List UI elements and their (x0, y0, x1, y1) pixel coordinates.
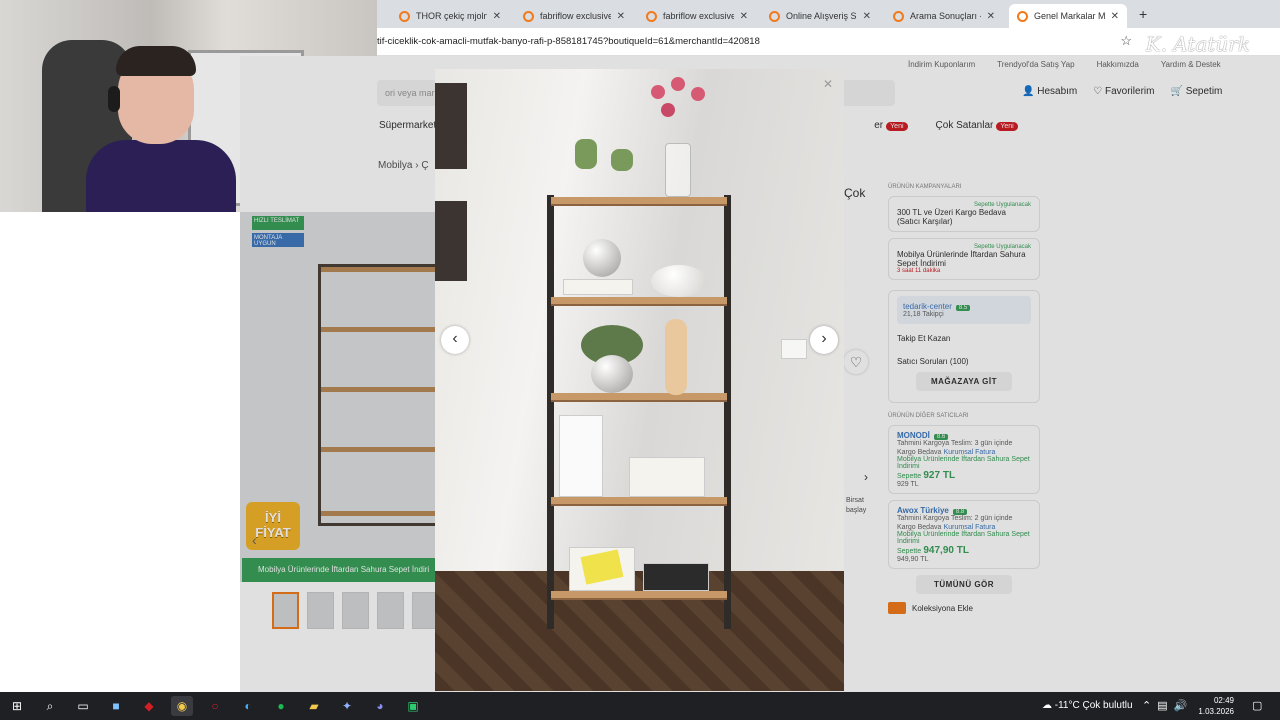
clock[interactable]: 02:49 1.03.2026 (1198, 695, 1234, 717)
close-tab-icon[interactable]: ✕ (987, 11, 995, 22)
url-text[interactable]: tif-ciceklik-cok-amacli-mutfak-banyo-raf… (377, 36, 760, 47)
tab-2[interactable]: fabriflow exclusive G ✕ (638, 4, 756, 28)
prev-image-button[interactable]: ‹ (441, 326, 469, 354)
trendyol-favicon-icon (646, 10, 657, 22)
trendyol-favicon-icon (399, 10, 410, 22)
chrome-icon[interactable]: ◉ (171, 696, 193, 716)
shelf-board (551, 591, 727, 600)
shelf-post (724, 195, 731, 629)
weather-widget[interactable]: ☁ -11°C Çok bulutlu (1042, 700, 1133, 711)
clock-time: 02:49 (1213, 696, 1234, 705)
wall-frame (435, 83, 467, 169)
clock-date: 1.03.2026 (1198, 707, 1234, 716)
address-bar[interactable]: tif-ciceklik-cok-amacli-mutfak-banyo-raf… (377, 28, 1280, 56)
taskbar: ⊞ ⌕ ▭ ■ ◆ ◉ ○ ◐ ● ▰ ✦ ◕ ▣ ☁ -11°C Çok bu… (0, 692, 1280, 720)
rose (671, 77, 685, 91)
opera-icon[interactable]: ○ (204, 696, 226, 716)
file-explorer-icon[interactable]: ▰ (303, 696, 325, 716)
wall-frame (435, 201, 467, 281)
new-tab-icon[interactable]: + (1139, 6, 1147, 22)
windows-start-icon[interactable]: ⊞ (6, 696, 28, 716)
tab-5-active[interactable]: Genel Markalar Mod ✕ (1009, 4, 1127, 28)
books-stack (563, 279, 633, 295)
streamer-hair (116, 46, 196, 76)
close-tab-icon[interactable]: ✕ (1111, 11, 1119, 22)
bookshelf-image (547, 195, 731, 629)
trendyol-favicon-icon (1017, 10, 1028, 22)
decor-vase (665, 319, 687, 395)
books-stack (629, 457, 705, 497)
dark-books (643, 563, 709, 591)
close-tab-icon[interactable]: ✕ (617, 11, 625, 22)
tab-title: Arama Sonuçları - Tre (910, 11, 981, 21)
discord-icon[interactable]: ◕ (369, 696, 391, 716)
shelf-board (551, 393, 727, 402)
trendyol-favicon-icon (769, 10, 780, 22)
bookmark-star-icon[interactable]: ☆ (1120, 33, 1132, 49)
chevron-up-icon[interactable]: ⌃ (1142, 699, 1151, 712)
decor-sphere (583, 239, 621, 277)
image-viewer-modal: ✕ ‹ › (435, 69, 844, 691)
shelf-board (551, 197, 727, 206)
tab-0[interactable]: THOR çekiç mjolnir b ✕ (391, 4, 509, 28)
spotify-icon[interactable]: ● (270, 696, 292, 716)
books-upright (559, 415, 603, 497)
tab-title: fabriflow exclusive G (540, 11, 611, 21)
trendyol-favicon-icon (523, 10, 534, 22)
red-app-icon[interactable]: ◆ (138, 696, 160, 716)
cactus (611, 149, 633, 171)
shelf-board (551, 297, 727, 306)
cloud-icon: ☁ (1042, 700, 1052, 711)
headset (108, 86, 120, 112)
close-tab-icon[interactable]: ✕ (493, 11, 501, 22)
tab-4[interactable]: Arama Sonuçları - Tre ✕ (885, 4, 1003, 28)
task-view-icon[interactable]: ▭ (72, 696, 94, 716)
shelf-board (551, 497, 727, 506)
system-tray: ⌃ ▤ 🔊 (1142, 699, 1187, 712)
decor-bowl (651, 265, 707, 297)
cactus (575, 139, 597, 169)
rose (651, 85, 665, 99)
weather-text: -11°C Çok bulutlu (1054, 700, 1133, 711)
close-icon[interactable]: ✕ (823, 77, 833, 91)
edge-icon[interactable]: ◐ (237, 696, 259, 716)
streamer-shirt (86, 140, 236, 212)
taskbar-apps: ⊞ ⌕ ▭ ■ ◆ ◉ ○ ◐ ● ▰ ✦ ◕ ▣ (6, 696, 424, 716)
store-icon[interactable]: ■ (105, 696, 127, 716)
next-image-button[interactable]: › (810, 326, 838, 354)
tab-3[interactable]: Online Alışveriş Sitesi ✕ (761, 4, 879, 28)
rose (691, 87, 705, 101)
rose (661, 103, 675, 117)
app-icon[interactable]: ✦ (336, 696, 358, 716)
trendyol-favicon-icon (893, 10, 904, 22)
tab-bar: THOR çekiç mjolnir b ✕ fabriflow exclusiv… (377, 0, 1280, 28)
tab-title: THOR çekiç mjolnir b (416, 11, 487, 21)
tab-title: Online Alışveriş Sitesi (786, 11, 857, 21)
volume-icon[interactable]: 🔊 (1174, 699, 1188, 712)
close-tab-icon[interactable]: ✕ (863, 11, 871, 22)
close-tab-icon[interactable]: ✕ (740, 11, 748, 22)
network-icon[interactable]: ▤ (1157, 699, 1167, 712)
tab-title: fabriflow exclusive G (663, 11, 734, 21)
tab-title: Genel Markalar Mod (1034, 11, 1105, 21)
signature-watermark: K. Atatürk (1145, 32, 1250, 56)
flower-vase (665, 143, 691, 197)
tab-1[interactable]: fabriflow exclusive G ✕ (515, 4, 633, 28)
notification-icon[interactable]: ▢ (1252, 699, 1262, 712)
shelf-post (547, 195, 554, 629)
green-app-icon[interactable]: ▣ (402, 696, 424, 716)
glass-bowl (591, 355, 633, 393)
wall-socket (781, 339, 807, 359)
search-icon[interactable]: ⌕ (39, 696, 61, 716)
